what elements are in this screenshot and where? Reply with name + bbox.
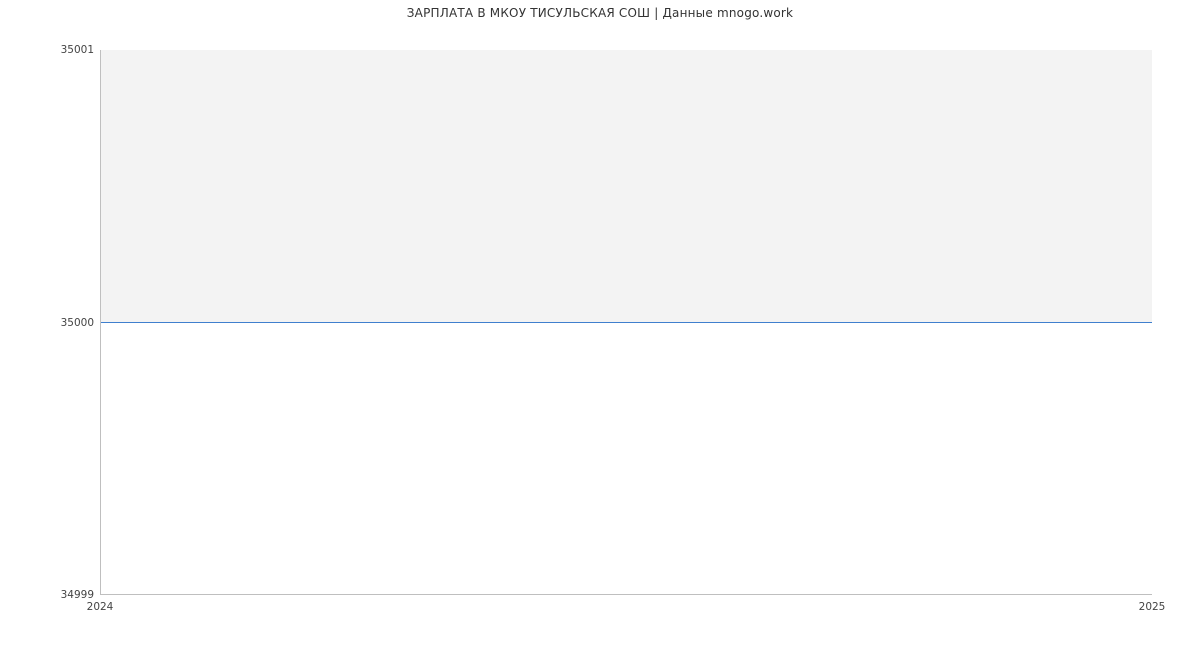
plot-area <box>100 50 1152 595</box>
chart-title: ЗАРПЛАТА В МКОУ ТИСУЛЬСКАЯ СОШ | Данные … <box>0 6 1200 20</box>
x-tick-label: 2024 <box>87 601 114 613</box>
chart-container: ЗАРПЛАТА В МКОУ ТИСУЛЬСКАЯ СОШ | Данные … <box>0 0 1200 650</box>
x-tick-label: 2025 <box>1139 601 1166 613</box>
fill-region <box>101 50 1152 322</box>
y-tick-label: 34999 <box>4 589 94 601</box>
y-tick-label: 35000 <box>4 317 94 329</box>
data-line <box>101 322 1152 323</box>
y-tick-label: 35001 <box>4 44 94 56</box>
